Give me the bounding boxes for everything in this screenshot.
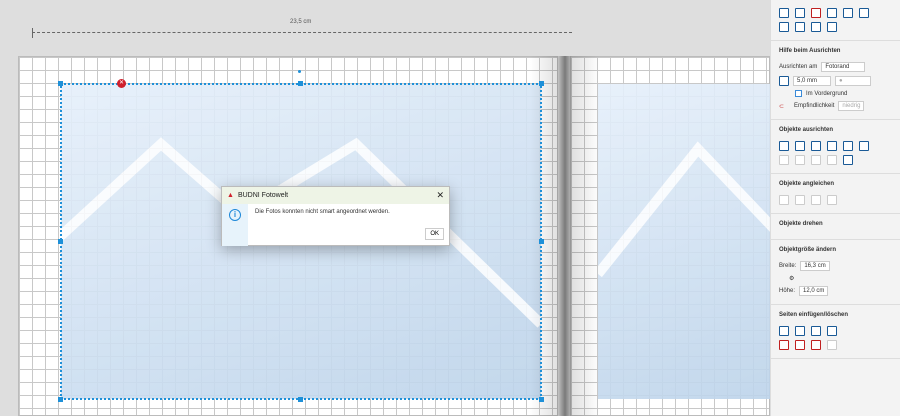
insert-page-icon[interactable] [795,326,805,336]
fit-left-icon[interactable] [779,22,789,32]
flip-horizontal-icon[interactable] [843,8,853,18]
flip-vertical-icon[interactable] [859,8,869,18]
cut-icon[interactable] [795,8,805,18]
properties-panel: Hilfe beim Ausrichten Ausrichten am Fotor… [770,0,900,416]
align-middle-icon[interactable] [843,141,853,151]
dialog-title: BUDNI Fotowelt [237,192,289,199]
delete-page-left-icon[interactable] [795,340,805,350]
ruler-label: 23,5 cm [290,19,312,25]
shuffle-icon[interactable] [779,8,789,18]
resize-handle[interactable] [539,81,544,86]
message-dialog: ▲ BUDNI Fotowelt ✕ i Die Fotos konnten nic… [221,186,450,246]
section-rotate-objects[interactable]: Objekte drehen [779,221,892,227]
edit-icon[interactable] [827,22,837,32]
resize-handle[interactable] [58,397,63,402]
align-select[interactable]: Fotorand [821,62,866,72]
grid-icon[interactable] [779,76,789,86]
delete-page-icon[interactable] [779,340,789,350]
distribute-icon [795,155,805,165]
match-icon [779,195,789,205]
width-ruler [32,28,572,38]
sensitivity-select[interactable]: niedrig [838,101,865,111]
close-button[interactable]: ✕ [436,190,444,201]
resize-handle[interactable] [298,81,303,86]
app-logo-icon: ▲ [227,192,234,199]
resize-handle[interactable] [58,81,63,86]
foreground-label: Im Vordergrund [806,90,848,97]
info-icon: i [229,209,241,221]
section-resize[interactable]: Objektgröße ändern [779,247,892,253]
match-size-icon [827,195,837,205]
width-input[interactable]: 16,3 cm [800,261,830,271]
delete-page-right-icon[interactable] [811,340,821,350]
magnet-icon: ⊂ [779,103,785,110]
dialog-message: Die Fotos konnten nicht smart angeordnet… [255,209,390,215]
align-label: Ausrichten am [779,64,818,70]
resize-handle[interactable] [539,239,544,244]
fit-right-icon[interactable] [795,22,805,32]
lock-ratio-icon[interactable]: ⚙ [779,275,794,282]
remove-photo-icon[interactable] [811,8,821,18]
align-top-icon[interactable] [827,141,837,151]
swap-pages-icon[interactable] [827,326,837,336]
align-left-icon[interactable] [779,141,789,151]
section-match-objects[interactable]: Objekte angleichen [779,181,892,187]
height-label: Höhe: [779,288,796,294]
distribute-icon [827,155,837,165]
align-bottom-icon[interactable] [859,141,869,151]
ok-button[interactable]: OK [425,228,444,240]
resize-handle[interactable] [58,239,63,244]
distribute-icon [779,155,789,165]
foreground-checkbox[interactable] [795,90,802,97]
delete-disabled-icon [827,340,837,350]
section-pages[interactable]: Seiten einfügen/löschen [779,312,892,318]
fit-frame-icon[interactable] [811,22,821,32]
layer-icon[interactable] [827,8,837,18]
grid-size-input[interactable]: 5,0 mm [793,76,831,86]
width-label: Breite: [779,263,797,269]
link-icon[interactable] [843,155,853,165]
sensitivity-label: Empfindlichkeit [794,103,835,109]
align-right-icon[interactable] [811,141,821,151]
match-height-icon [811,195,821,205]
section-align-objects[interactable]: Objekte ausrichten [779,127,892,133]
insert-page-before-icon[interactable] [779,326,789,336]
distribute-icon [811,155,821,165]
resize-handle[interactable] [298,397,303,402]
delete-icon[interactable]: ✕ [117,79,126,88]
section-align-help[interactable]: Hilfe beim Ausrichten [779,48,892,54]
match-width-icon [795,195,805,205]
insert-page-after-icon[interactable] [811,326,821,336]
photo-placeholder-right[interactable] [598,84,770,399]
rotate-handle[interactable] [298,70,301,73]
mountain-placeholder-icon [598,141,770,278]
resize-handle[interactable] [539,397,544,402]
height-input[interactable]: 12,0 cm [799,286,829,296]
align-center-icon[interactable] [795,141,805,151]
grid-style-select[interactable]: ● [835,76,871,86]
